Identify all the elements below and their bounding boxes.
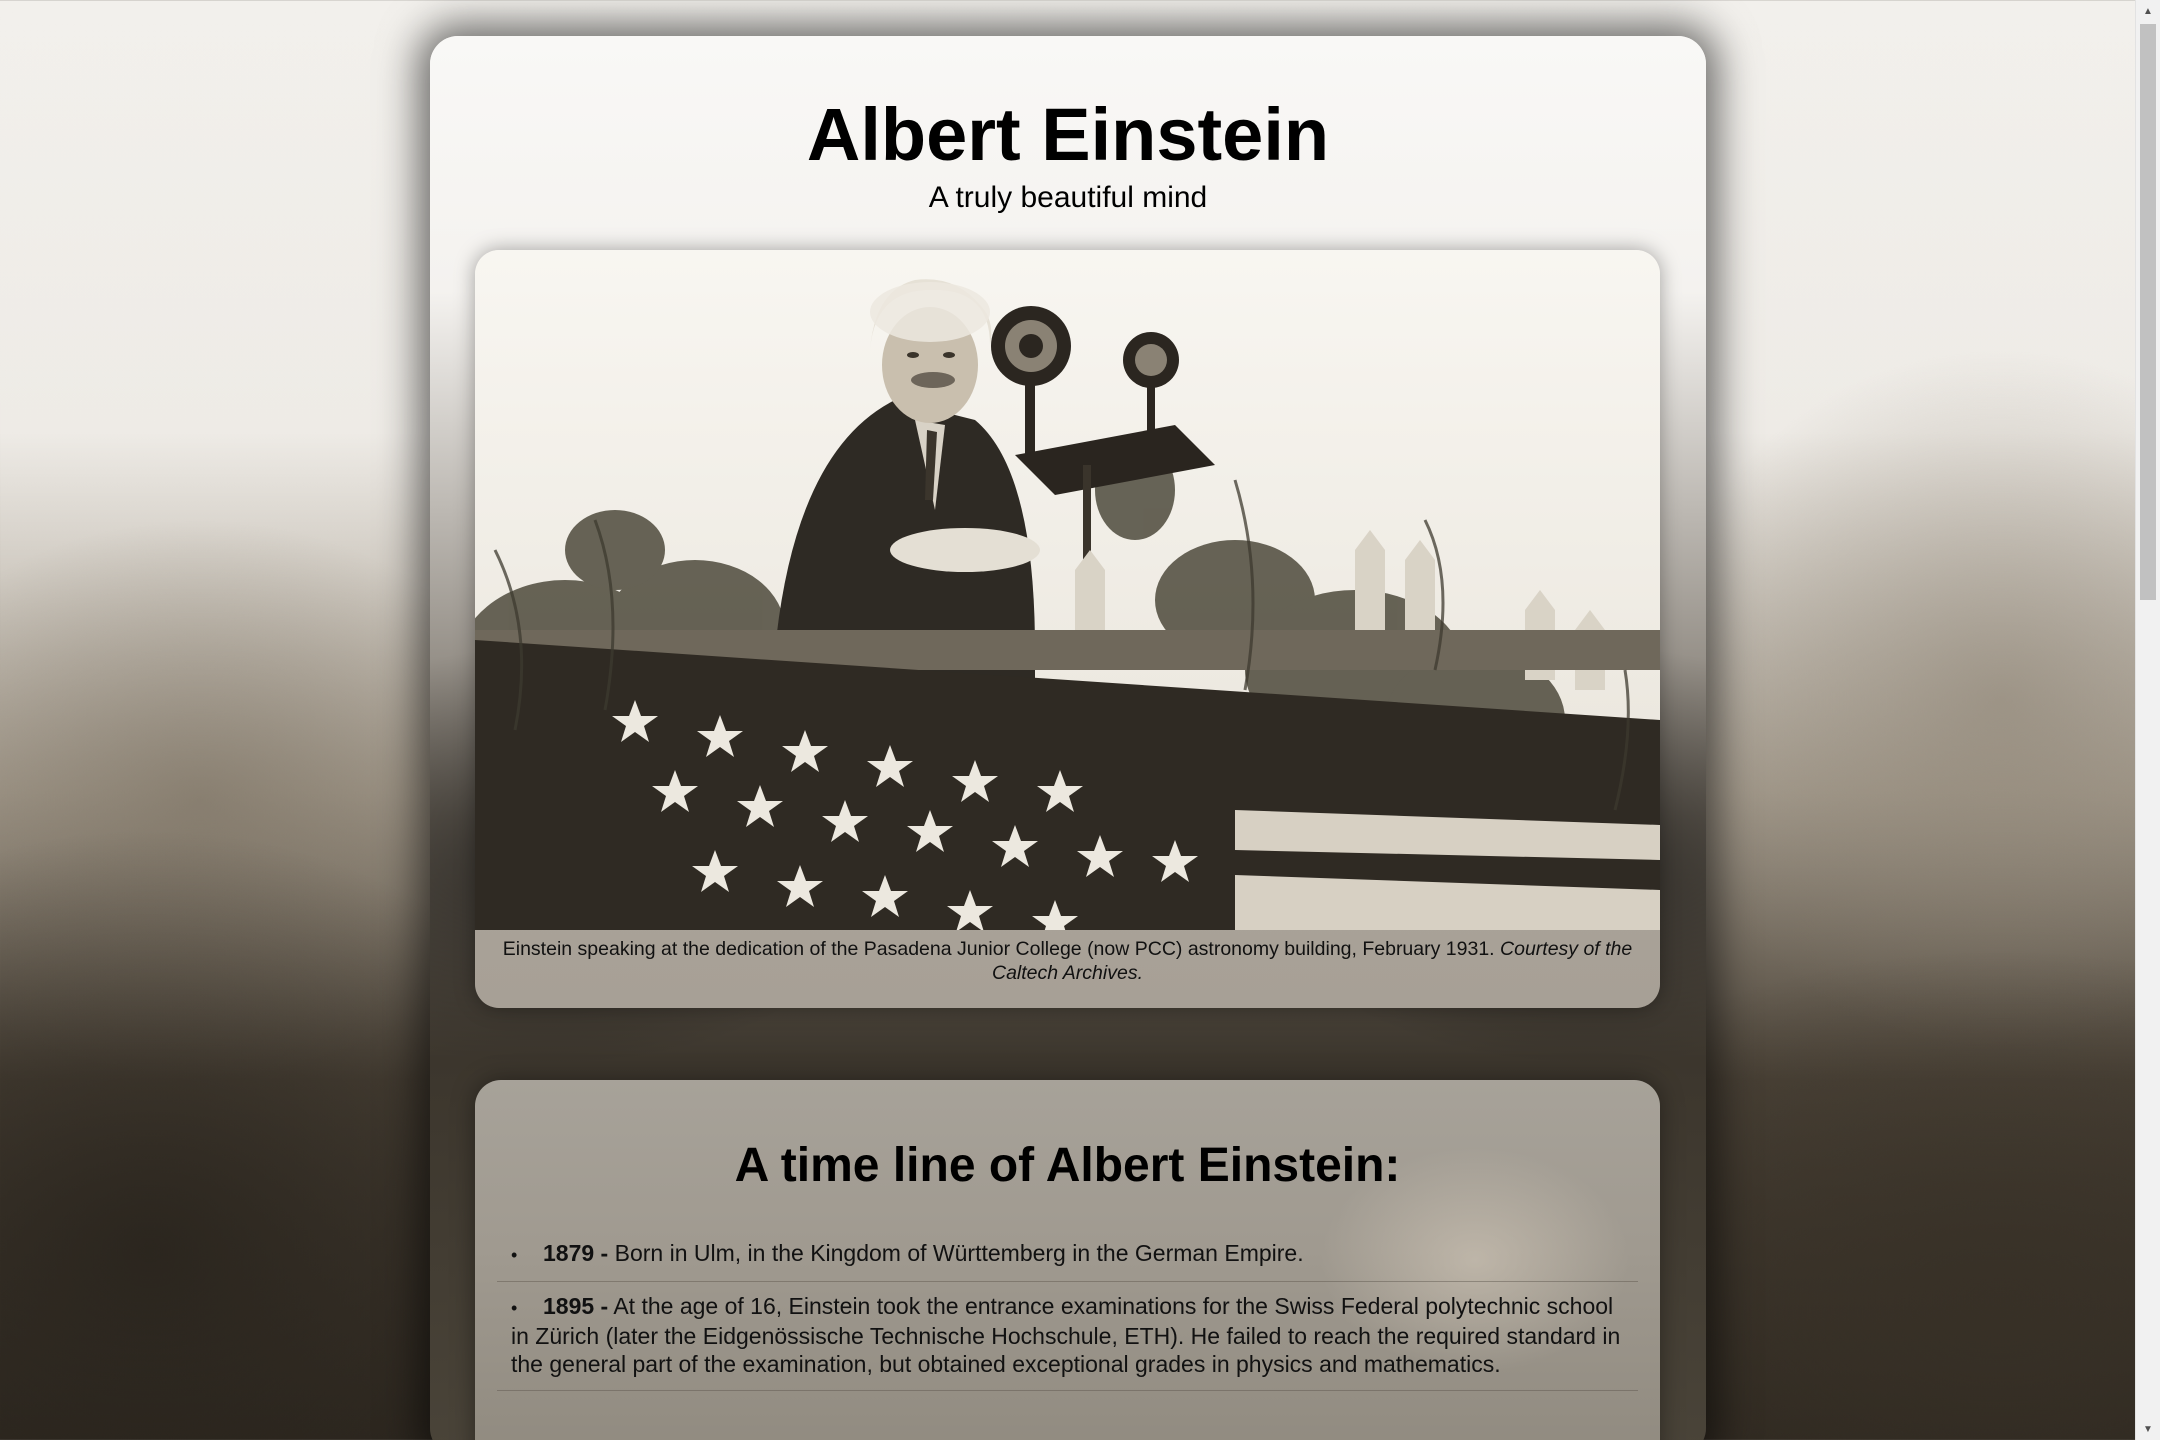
- timeline-section: A time line of Albert Einstein: • 1879 - …: [475, 1080, 1660, 1440]
- vertical-scrollbar[interactable]: ▲ ▼: [2135, 0, 2160, 1440]
- timeline-text: Born in Ulm, in the Kingdom of Württembe…: [608, 1240, 1304, 1266]
- photo-caption-text: Einstein speaking at the dedication of t…: [502, 938, 1501, 960]
- scroll-down-arrow-icon[interactable]: ▼: [2136, 1418, 2160, 1440]
- timeline-title: A time line of Albert Einstein:: [734, 1139, 1401, 1192]
- timeline-item: • 1895 - At the age of 16, Einstein took …: [497, 1282, 1638, 1391]
- bullet-icon: •: [511, 1298, 518, 1318]
- photo-caption: Einstein speaking at the dedication of t…: [475, 930, 1660, 985]
- photo-card: Einstein speaking at the dedication of t…: [475, 250, 1660, 1008]
- page-header: Albert Einstein A truly beautiful mind: [430, 36, 1706, 215]
- einstein-photo-illustration: [475, 250, 1660, 930]
- einstein-photo: [475, 250, 1660, 930]
- main-container: Albert Einstein A truly beautiful mind E…: [430, 36, 1706, 1440]
- page-subtitle: A truly beautiful mind: [928, 181, 1208, 215]
- bullet-icon: •: [511, 1245, 518, 1265]
- scroll-up-arrow-icon[interactable]: ▲: [2136, 0, 2160, 22]
- timeline-year: 1895 -: [543, 1293, 609, 1319]
- scrollbar-thumb[interactable]: [2140, 24, 2156, 600]
- timeline-text: At the age of 16, Einstein took the entr…: [511, 1293, 1621, 1377]
- timeline-list: • 1879 - Born in Ulm, in the Kingdom of W…: [475, 1229, 1660, 1391]
- page-title: Albert Einstein: [806, 93, 1330, 176]
- timeline-year: 1879 -: [543, 1240, 609, 1266]
- timeline-item: • 1879 - Born in Ulm, in the Kingdom of W…: [497, 1229, 1638, 1282]
